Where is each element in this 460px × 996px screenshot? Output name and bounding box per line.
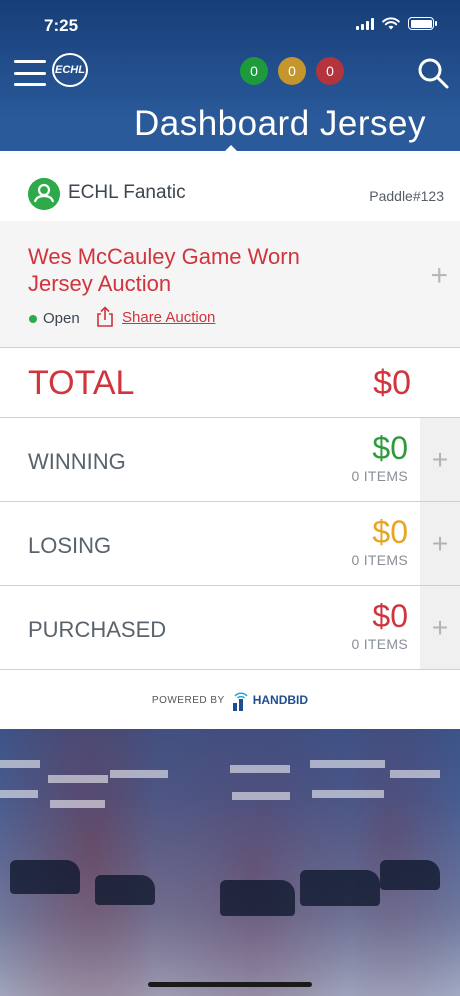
- echl-logo: ECHL: [52, 53, 88, 87]
- total-label: TOTAL: [28, 364, 135, 402]
- winning-expand-plus-icon[interactable]: +: [420, 418, 460, 501]
- menu-button[interactable]: [14, 60, 46, 86]
- user-row: ECHL Fanatic Paddle#123: [0, 151, 460, 221]
- purchased-counter[interactable]: 0: [316, 57, 344, 85]
- handbid-wordmark: HANDBID: [252, 693, 309, 707]
- battery-icon: [408, 17, 437, 30]
- share-icon[interactable]: [95, 306, 115, 328]
- winning-items: 0 ITEMS: [351, 468, 408, 484]
- signal-icon: [356, 17, 374, 30]
- winning-counter[interactable]: 0: [240, 57, 268, 85]
- handbid-mark-icon: [232, 692, 248, 711]
- auction-status: Open: [43, 310, 80, 327]
- purchased-items: 0 ITEMS: [351, 636, 408, 652]
- handbid-logo: HANDBID: [231, 688, 308, 712]
- hamburger-icon-bar: [14, 71, 46, 75]
- losing-counter[interactable]: 0: [278, 57, 306, 85]
- winning-label: WINNING: [28, 449, 126, 474]
- powered-by-footer: POWERED BY HANDBID: [0, 671, 460, 729]
- purchased-label: PURCHASED: [28, 617, 167, 642]
- purchased-row[interactable]: PURCHASED $0 0 ITEMS +: [0, 586, 460, 670]
- losing-amount: $0: [372, 514, 408, 550]
- status-icons: [356, 17, 437, 30]
- losing-row[interactable]: LOSING $0 0 ITEMS +: [0, 502, 460, 586]
- hamburger-icon-bar: [14, 60, 46, 63]
- user-name: ECHL Fanatic: [68, 182, 186, 203]
- winning-amount: $0: [372, 430, 408, 466]
- search-icon[interactable]: [416, 56, 450, 90]
- hamburger-icon-bar: [14, 83, 46, 86]
- losing-items: 0 ITEMS: [351, 552, 408, 568]
- share-auction-link[interactable]: Share Auction: [122, 309, 215, 326]
- status-bar: 7:25: [0, 0, 460, 50]
- total-value: $0: [373, 364, 411, 402]
- user-avatar-icon: [28, 178, 60, 210]
- purchased-expand-plus-icon[interactable]: +: [420, 586, 460, 669]
- wifi-icon: [382, 17, 400, 30]
- losing-label: LOSING: [28, 533, 112, 558]
- purchased-amount: $0: [372, 598, 408, 634]
- powered-by-text: POWERED BY: [151, 694, 225, 706]
- dashboard-panel: ECHL Fanatic Paddle#123 Wes McCauley Gam…: [0, 151, 460, 729]
- auction-card[interactable]: Wes McCauley Game Worn Jersey Auction + …: [0, 221, 460, 348]
- paddle-number: Paddle#123: [369, 188, 444, 204]
- home-indicator[interactable]: [148, 982, 312, 987]
- total-row: TOTAL $0: [0, 348, 460, 418]
- bid-counters: 0 0 0: [240, 57, 344, 85]
- page-title: Dashboard Jersey: [133, 104, 426, 143]
- winning-row[interactable]: WINNING $0 0 ITEMS +: [0, 418, 460, 502]
- losing-expand-plus-icon[interactable]: +: [420, 502, 460, 585]
- open-status-dot: [29, 315, 37, 323]
- status-time: 7:25: [44, 16, 79, 35]
- auction-title: Wes McCauley Game Worn Jersey Auction: [28, 244, 300, 296]
- expand-plus-icon[interactable]: +: [430, 259, 448, 293]
